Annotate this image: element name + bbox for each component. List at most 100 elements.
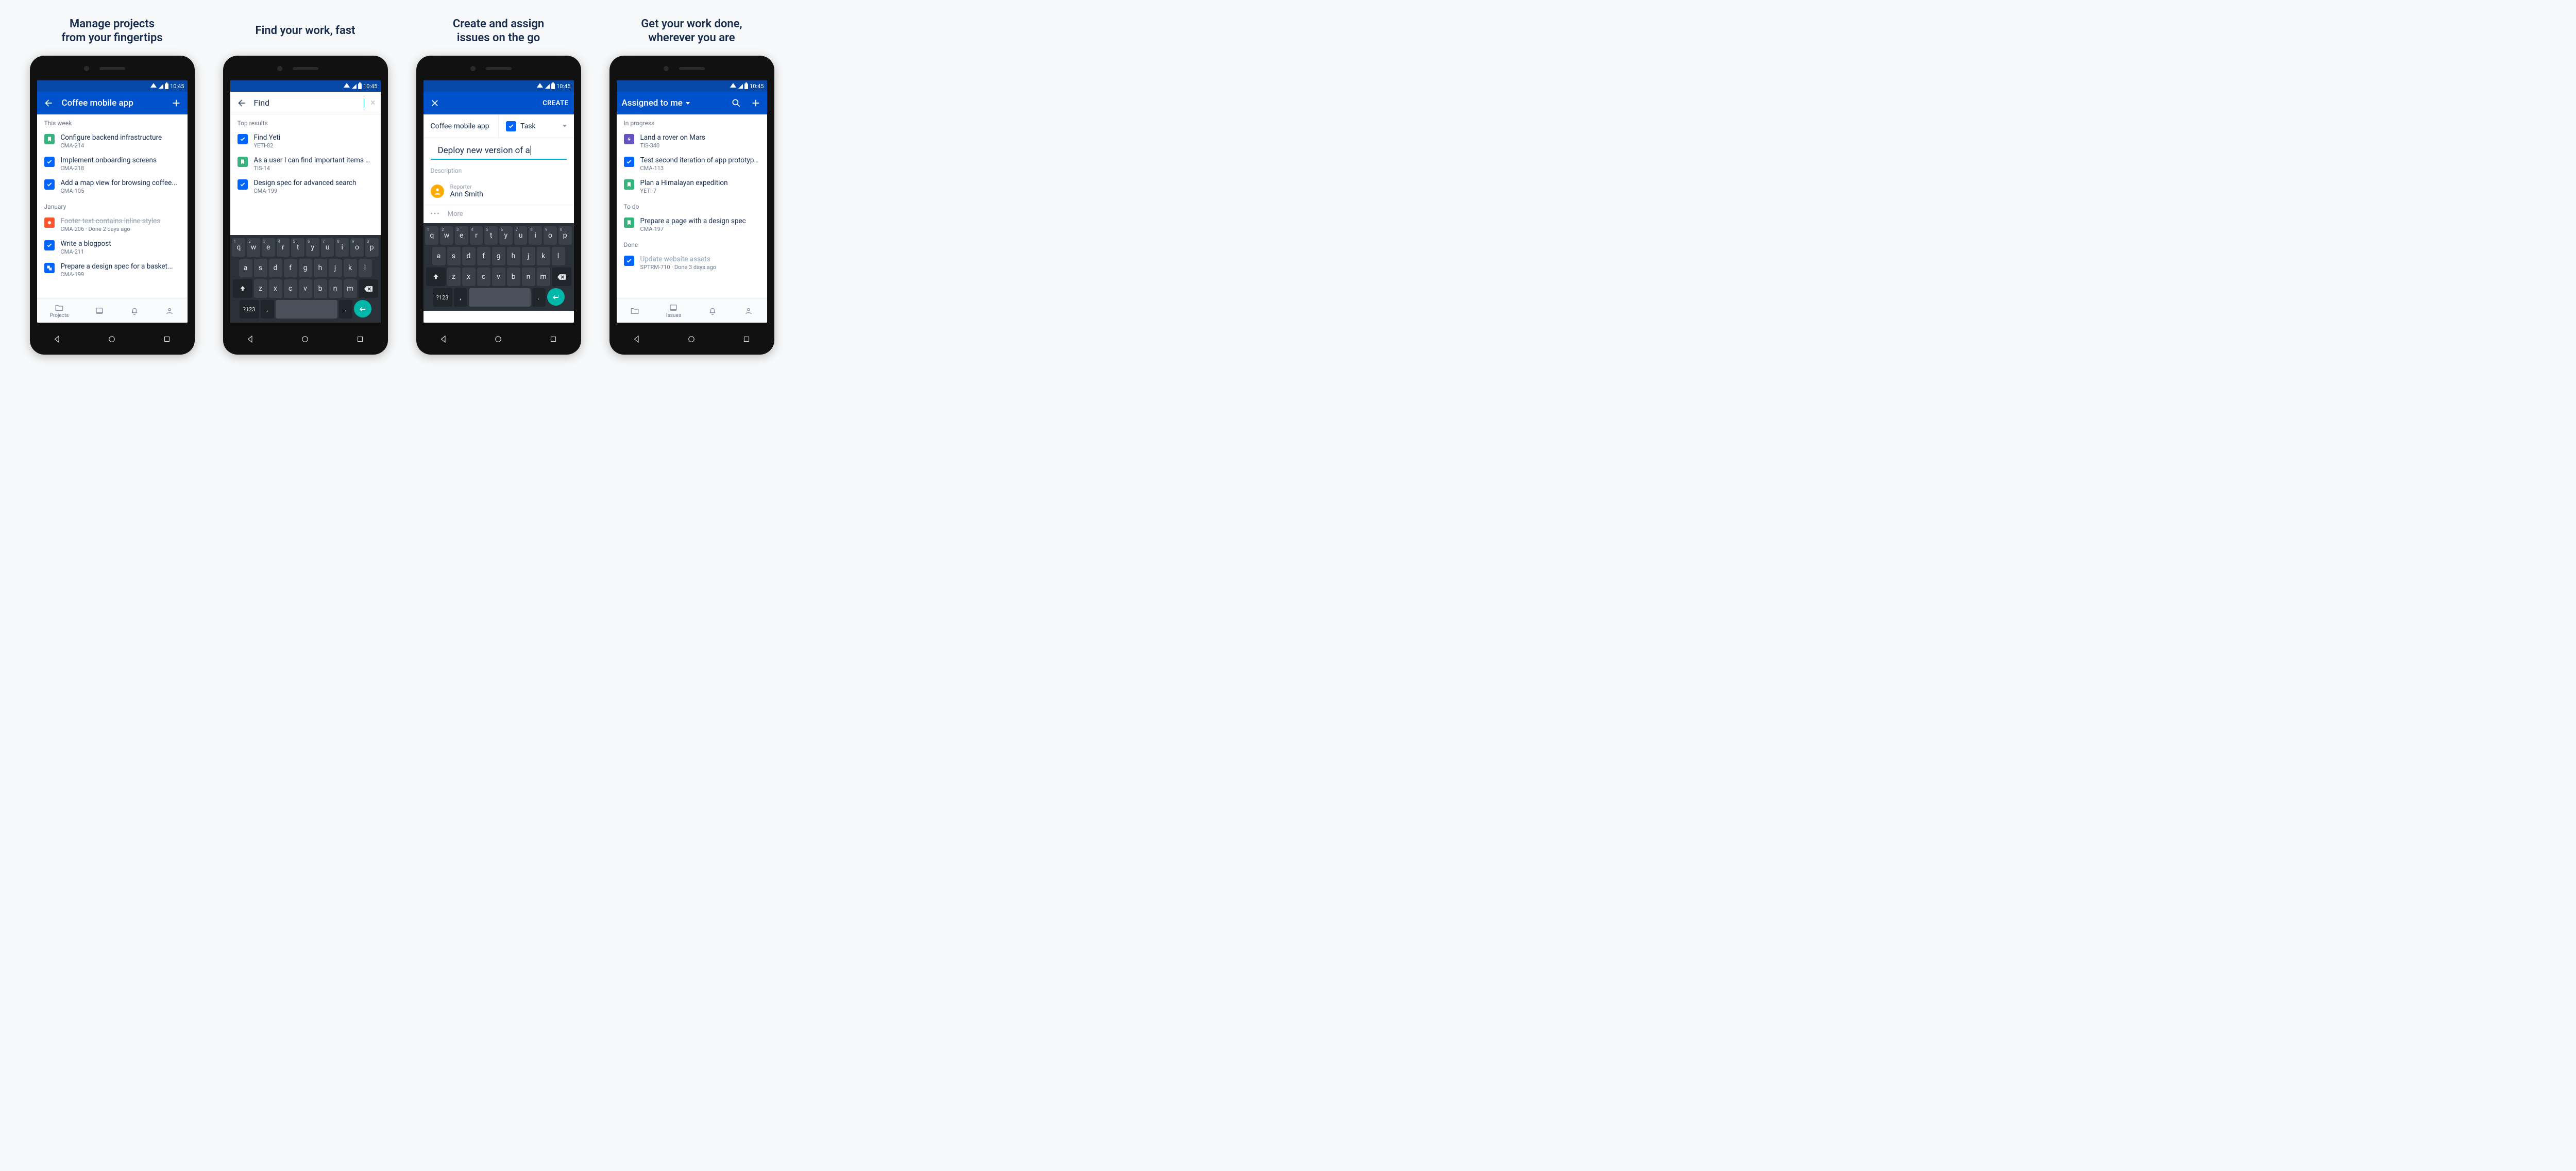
key-x[interactable]: x	[462, 267, 476, 286]
key-t[interactable]: 5t	[291, 238, 304, 257]
nav-issues[interactable]: Issues	[666, 303, 681, 319]
key-k[interactable]: k	[537, 247, 550, 265]
key-o[interactable]: 9o	[350, 238, 364, 257]
back-icon[interactable]	[42, 97, 55, 109]
key-w[interactable]: 2w	[247, 238, 260, 257]
add-icon[interactable]	[170, 97, 182, 109]
key-comma[interactable]: ,	[261, 300, 274, 319]
key-v[interactable]: v	[492, 267, 505, 286]
reporter-field[interactable]: Reporter Ann Smith	[423, 181, 574, 205]
summary-input[interactable]: Deploy new version of a	[431, 138, 567, 160]
key-a[interactable]: a	[239, 259, 252, 277]
issue-row[interactable]: Write a blogpostCMA-211	[37, 236, 188, 259]
issue-row[interactable]: Plan a Himalayan expeditionYETI-7	[617, 175, 767, 198]
key-p[interactable]: 0p	[365, 238, 379, 257]
key-p[interactable]: 0p	[558, 226, 572, 245]
create-action[interactable]: CREATE	[543, 99, 568, 107]
key-w[interactable]: 2w	[440, 226, 453, 245]
key-x[interactable]: x	[269, 279, 282, 298]
issue-row[interactable]: Prepare a design spec for a basket...CMA…	[37, 259, 188, 281]
key-c[interactable]: c	[477, 267, 490, 286]
search-result-row[interactable]: As a user I can find important items o..…	[230, 153, 381, 175]
key-backspace[interactable]	[552, 267, 571, 286]
key-comma[interactable]: ,	[454, 288, 467, 307]
nav-notifications[interactable]	[130, 306, 139, 315]
issue-type-selector[interactable]: Task	[498, 114, 574, 138]
issue-row[interactable]: Implement onboarding screensCMA-218	[37, 153, 188, 175]
nav-projects[interactable]	[630, 306, 639, 315]
key-space[interactable]	[276, 300, 337, 319]
issue-row[interactable]: Update website assetsSPTRM-710 · Done 3 …	[617, 252, 767, 274]
key-backspace[interactable]	[359, 279, 378, 298]
key-r[interactable]: 4r	[470, 226, 483, 245]
android-recent-icon[interactable]	[742, 334, 751, 346]
key-s[interactable]: s	[447, 247, 461, 265]
key-b[interactable]: b	[507, 267, 520, 286]
key-z[interactable]: z	[254, 279, 267, 298]
more-fields[interactable]: ••• More	[423, 205, 574, 223]
key-y[interactable]: 6y	[499, 226, 513, 245]
key-e[interactable]: 3e	[262, 238, 275, 257]
key-g[interactable]: g	[299, 259, 312, 277]
key-n[interactable]: n	[522, 267, 535, 286]
add-icon[interactable]	[750, 97, 762, 109]
key-symbols[interactable]: ?123	[433, 288, 452, 307]
key-k[interactable]: k	[344, 259, 357, 277]
issue-row[interactable]: Prepare a page with a design specCMA-197	[617, 213, 767, 236]
key-h[interactable]: h	[314, 259, 327, 277]
key-shift[interactable]	[426, 267, 446, 286]
key-c[interactable]: c	[284, 279, 297, 298]
back-icon[interactable]	[235, 97, 248, 109]
nav-profile[interactable]	[744, 306, 753, 315]
key-d[interactable]: d	[462, 247, 476, 265]
project-selector[interactable]: Coffee mobile app	[423, 116, 499, 137]
key-g[interactable]: g	[492, 247, 505, 265]
key-t[interactable]: 5t	[484, 226, 498, 245]
android-back-icon[interactable]	[53, 334, 62, 346]
key-period[interactable]: .	[532, 288, 546, 307]
nav-boards[interactable]	[95, 306, 104, 315]
android-recent-icon[interactable]	[549, 334, 558, 346]
key-l[interactable]: l	[359, 259, 372, 277]
filter-dropdown[interactable]: Assigned to me	[622, 98, 723, 108]
key-j[interactable]: j	[329, 259, 342, 277]
search-result-row[interactable]: Find YetiYETI-82	[230, 130, 381, 153]
search-input[interactable]: Find	[254, 98, 364, 108]
key-y[interactable]: 6y	[306, 238, 319, 257]
android-back-icon[interactable]	[246, 334, 255, 346]
key-l[interactable]: l	[552, 247, 565, 265]
key-j[interactable]: j	[522, 247, 535, 265]
android-home-icon[interactable]	[107, 334, 116, 346]
issue-row[interactable]: Configure backend infrastructureCMA-214	[37, 130, 188, 153]
key-m[interactable]: m	[537, 267, 550, 286]
key-v[interactable]: v	[299, 279, 312, 298]
key-d[interactable]: d	[269, 259, 282, 277]
description-field[interactable]: Description	[423, 160, 574, 181]
android-recent-icon[interactable]	[162, 334, 172, 346]
android-back-icon[interactable]	[439, 334, 448, 346]
android-recent-icon[interactable]	[355, 334, 365, 346]
key-a[interactable]: a	[432, 247, 446, 265]
key-enter[interactable]	[547, 288, 565, 306]
key-space[interactable]	[469, 288, 531, 307]
key-n[interactable]: n	[329, 279, 342, 298]
key-u[interactable]: 7u	[321, 238, 334, 257]
key-symbols[interactable]: ?123	[240, 300, 259, 319]
soft-keyboard[interactable]: 1q2w3e4r5t6y7u8i9o0pasdfghjklzxcvbnm?123…	[230, 235, 381, 323]
issue-row[interactable]: Test second iteration of app prototypesC…	[617, 153, 767, 175]
key-enter[interactable]	[354, 300, 371, 317]
key-q[interactable]: 1q	[232, 238, 245, 257]
key-i[interactable]: 8i	[335, 238, 349, 257]
search-icon[interactable]	[730, 97, 742, 109]
issue-row[interactable]: Land a rover on MarsTIS-340	[617, 130, 767, 153]
android-back-icon[interactable]	[632, 334, 641, 346]
close-icon[interactable]	[429, 97, 441, 109]
key-s[interactable]: s	[254, 259, 267, 277]
key-r[interactable]: 4r	[277, 238, 290, 257]
key-h[interactable]: h	[507, 247, 520, 265]
android-home-icon[interactable]	[300, 334, 310, 346]
key-e[interactable]: 3e	[455, 226, 468, 245]
nav-projects[interactable]: Projects	[50, 303, 69, 319]
key-o[interactable]: 9o	[544, 226, 557, 245]
key-period[interactable]: .	[339, 300, 352, 319]
